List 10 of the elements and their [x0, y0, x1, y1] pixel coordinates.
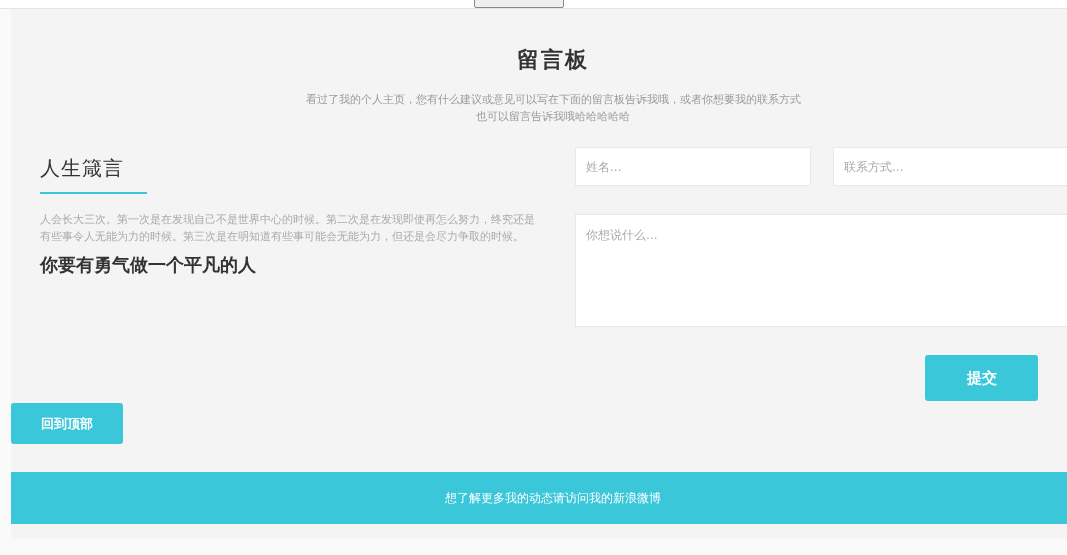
intro-text: 看过了我的个人主页，您有什么建议或意见可以写在下面的留言板告诉我哦，或者你想要我的联系方式也可以留言告诉我哦哈哈哈哈哈: [304, 92, 802, 125]
contact-field[interactable]: 联系方式...: [833, 147, 1067, 186]
submit-button[interactable]: 提交: [925, 355, 1038, 401]
message-field[interactable]: 你想说什么...: [575, 214, 1067, 327]
footer-text: 想了解更多我的动态请访问我的新浪微博: [445, 489, 661, 507]
slogan-text: 你要有勇气做一个平凡的人: [40, 253, 257, 277]
back-to-top-button[interactable]: 回到顶部: [11, 403, 123, 444]
page-title: 留言板: [516, 45, 590, 74]
name-field[interactable]: 姓名...: [575, 147, 811, 186]
motto-heading: 人生箴言: [40, 155, 125, 182]
